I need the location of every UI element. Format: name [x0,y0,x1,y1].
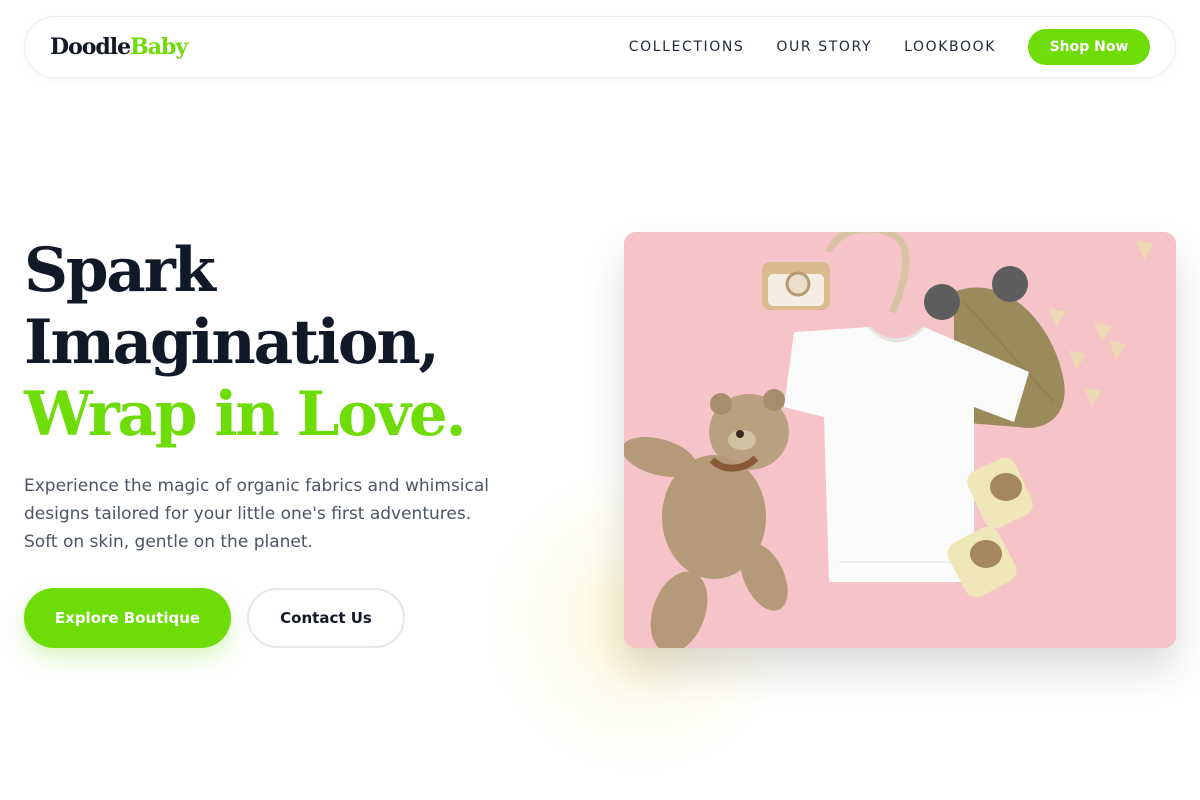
navbar: DoodleBaby COLLECTIONS OUR STORY LOOKBOO… [24,16,1176,78]
toy-camera [762,262,830,310]
hero-title-line-2: Imagination, [24,307,440,378]
logo-text-baby: Baby [130,34,188,60]
hero-product-image [624,232,1176,648]
explore-boutique-button[interactable]: Explore Boutique [24,588,231,648]
shop-now-button[interactable]: Shop Now [1028,29,1150,65]
main-nav: COLLECTIONS OUR STORY LOOKBOOK Shop Now [629,29,1150,65]
nav-link-collections[interactable]: COLLECTIONS [629,39,745,55]
hero-title-line-3: Wrap in Love. [24,379,467,450]
brand-logo[interactable]: DoodleBaby [50,34,188,60]
logo-text-doodle: Doodle [50,34,131,60]
hero-title-line-1: Spark [24,235,216,306]
nav-link-lookbook[interactable]: LOOKBOOK [904,39,996,55]
hero-description: Experience the magic of organic fabrics … [24,476,490,552]
contact-us-button[interactable]: Contact Us [247,588,405,648]
baby-flatlay-illustration [624,232,1176,648]
hero-title: Spark Imagination, Wrap in Love. [24,235,584,451]
nav-link-our-story[interactable]: OUR STORY [776,39,872,55]
